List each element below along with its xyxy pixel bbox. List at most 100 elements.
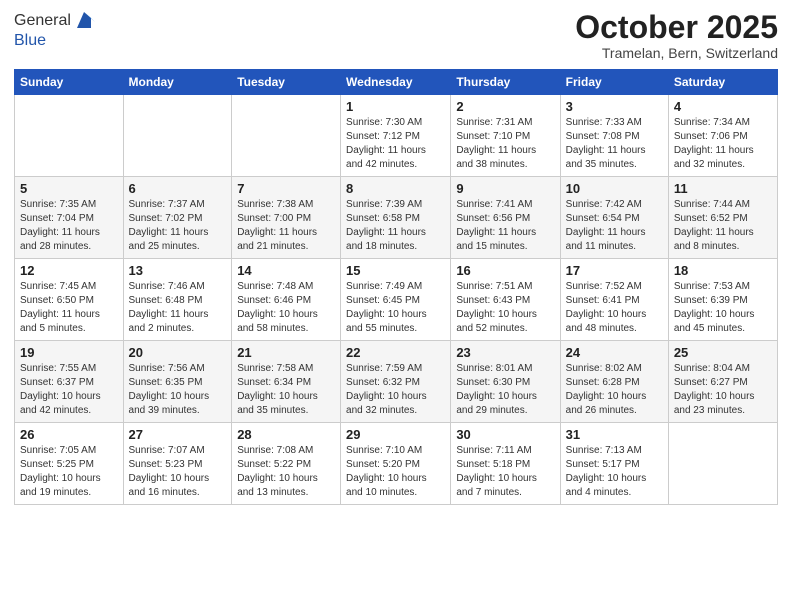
day-info: Sunrise: 7:10 AMSunset: 5:20 PMDaylight:… [346,445,427,498]
day-info: Sunrise: 7:46 AMSunset: 6:48 PMDaylight:… [129,281,209,334]
day-number: 17 [566,263,663,278]
calendar-cell: 15 Sunrise: 7:49 AMSunset: 6:45 PMDaylig… [341,259,451,341]
calendar-cell: 5 Sunrise: 7:35 AMSunset: 7:04 PMDayligh… [15,177,124,259]
day-number: 29 [346,427,445,442]
calendar-cell: 28 Sunrise: 7:08 AMSunset: 5:22 PMDaylig… [232,423,341,505]
day-number: 26 [20,427,118,442]
calendar-cell: 23 Sunrise: 8:01 AMSunset: 6:30 PMDaylig… [451,341,560,423]
day-info: Sunrise: 7:53 AMSunset: 6:39 PMDaylight:… [674,281,755,334]
day-number: 12 [20,263,118,278]
calendar-cell [15,95,124,177]
day-info: Sunrise: 7:05 AMSunset: 5:25 PMDaylight:… [20,445,101,498]
day-info: Sunrise: 7:49 AMSunset: 6:45 PMDaylight:… [346,281,427,334]
day-number: 24 [566,345,663,360]
calendar-cell: 30 Sunrise: 7:11 AMSunset: 5:18 PMDaylig… [451,423,560,505]
header-sunday: Sunday [15,70,124,95]
calendar-cell: 14 Sunrise: 7:48 AMSunset: 6:46 PMDaylig… [232,259,341,341]
header-wednesday: Wednesday [341,70,451,95]
day-info: Sunrise: 8:04 AMSunset: 6:27 PMDaylight:… [674,363,755,416]
logo: General Blue [14,10,95,50]
day-info: Sunrise: 7:48 AMSunset: 6:46 PMDaylight:… [237,281,318,334]
header-thursday: Thursday [451,70,560,95]
header: General Blue October 2025 Tramelan, Bern… [14,10,778,61]
calendar-cell: 2 Sunrise: 7:31 AMSunset: 7:10 PMDayligh… [451,95,560,177]
header-friday: Friday [560,70,668,95]
day-info: Sunrise: 7:51 AMSunset: 6:43 PMDaylight:… [456,281,537,334]
day-number: 13 [129,263,227,278]
calendar-cell: 12 Sunrise: 7:45 AMSunset: 6:50 PMDaylig… [15,259,124,341]
day-number: 2 [456,99,554,114]
day-info: Sunrise: 7:37 AMSunset: 7:02 PMDaylight:… [129,199,209,252]
calendar-cell: 13 Sunrise: 7:46 AMSunset: 6:48 PMDaylig… [123,259,232,341]
calendar-cell: 9 Sunrise: 7:41 AMSunset: 6:56 PMDayligh… [451,177,560,259]
calendar-cell: 4 Sunrise: 7:34 AMSunset: 7:06 PMDayligh… [668,95,777,177]
day-number: 16 [456,263,554,278]
calendar-week-row: 5 Sunrise: 7:35 AMSunset: 7:04 PMDayligh… [15,177,778,259]
day-info: Sunrise: 7:55 AMSunset: 6:37 PMDaylight:… [20,363,101,416]
day-info: Sunrise: 7:59 AMSunset: 6:32 PMDaylight:… [346,363,427,416]
calendar-cell: 6 Sunrise: 7:37 AMSunset: 7:02 PMDayligh… [123,177,232,259]
calendar-cell [123,95,232,177]
day-number: 31 [566,427,663,442]
day-info: Sunrise: 7:11 AMSunset: 5:18 PMDaylight:… [456,445,537,498]
day-number: 19 [20,345,118,360]
day-number: 8 [346,181,445,196]
day-info: Sunrise: 7:41 AMSunset: 6:56 PMDaylight:… [456,199,536,252]
calendar-cell: 20 Sunrise: 7:56 AMSunset: 6:35 PMDaylig… [123,341,232,423]
calendar-cell: 16 Sunrise: 7:51 AMSunset: 6:43 PMDaylig… [451,259,560,341]
calendar-cell: 1 Sunrise: 7:30 AMSunset: 7:12 PMDayligh… [341,95,451,177]
day-info: Sunrise: 8:01 AMSunset: 6:30 PMDaylight:… [456,363,537,416]
page-container: General Blue October 2025 Tramelan, Bern… [0,0,792,515]
location-subtitle: Tramelan, Bern, Switzerland [575,45,778,61]
day-number: 22 [346,345,445,360]
day-number: 27 [129,427,227,442]
day-info: Sunrise: 8:02 AMSunset: 6:28 PMDaylight:… [566,363,647,416]
header-saturday: Saturday [668,70,777,95]
day-info: Sunrise: 7:08 AMSunset: 5:22 PMDaylight:… [237,445,318,498]
calendar-table: Sunday Monday Tuesday Wednesday Thursday… [14,69,778,505]
calendar-cell: 7 Sunrise: 7:38 AMSunset: 7:00 PMDayligh… [232,177,341,259]
calendar-cell: 31 Sunrise: 7:13 AMSunset: 5:17 PMDaylig… [560,423,668,505]
calendar-cell: 21 Sunrise: 7:58 AMSunset: 6:34 PMDaylig… [232,341,341,423]
day-number: 4 [674,99,772,114]
day-info: Sunrise: 7:38 AMSunset: 7:00 PMDaylight:… [237,199,317,252]
calendar-cell: 27 Sunrise: 7:07 AMSunset: 5:23 PMDaylig… [123,423,232,505]
calendar-cell: 25 Sunrise: 8:04 AMSunset: 6:27 PMDaylig… [668,341,777,423]
day-info: Sunrise: 7:33 AMSunset: 7:08 PMDaylight:… [566,117,646,170]
calendar-week-row: 19 Sunrise: 7:55 AMSunset: 6:37 PMDaylig… [15,341,778,423]
day-number: 21 [237,345,335,360]
calendar-cell: 18 Sunrise: 7:53 AMSunset: 6:39 PMDaylig… [668,259,777,341]
day-info: Sunrise: 7:52 AMSunset: 6:41 PMDaylight:… [566,281,647,334]
calendar-cell: 19 Sunrise: 7:55 AMSunset: 6:37 PMDaylig… [15,341,124,423]
calendar-cell: 22 Sunrise: 7:59 AMSunset: 6:32 PMDaylig… [341,341,451,423]
day-info: Sunrise: 7:34 AMSunset: 7:06 PMDaylight:… [674,117,754,170]
day-info: Sunrise: 7:35 AMSunset: 7:04 PMDaylight:… [20,199,100,252]
calendar-cell [232,95,341,177]
day-number: 20 [129,345,227,360]
day-info: Sunrise: 7:39 AMSunset: 6:58 PMDaylight:… [346,199,426,252]
day-number: 15 [346,263,445,278]
day-info: Sunrise: 7:45 AMSunset: 6:50 PMDaylight:… [20,281,100,334]
header-monday: Monday [123,70,232,95]
logo-blue-text: Blue [14,32,95,50]
calendar-week-row: 12 Sunrise: 7:45 AMSunset: 6:50 PMDaylig… [15,259,778,341]
calendar-cell: 17 Sunrise: 7:52 AMSunset: 6:41 PMDaylig… [560,259,668,341]
day-number: 25 [674,345,772,360]
day-number: 3 [566,99,663,114]
calendar-cell: 24 Sunrise: 8:02 AMSunset: 6:28 PMDaylig… [560,341,668,423]
day-number: 6 [129,181,227,196]
day-number: 10 [566,181,663,196]
calendar-cell: 10 Sunrise: 7:42 AMSunset: 6:54 PMDaylig… [560,177,668,259]
title-block: October 2025 Tramelan, Bern, Switzerland [575,10,778,61]
calendar-week-row: 1 Sunrise: 7:30 AMSunset: 7:12 PMDayligh… [15,95,778,177]
day-number: 30 [456,427,554,442]
day-number: 9 [456,181,554,196]
day-number: 5 [20,181,118,196]
header-tuesday: Tuesday [232,70,341,95]
day-number: 1 [346,99,445,114]
calendar-cell: 3 Sunrise: 7:33 AMSunset: 7:08 PMDayligh… [560,95,668,177]
day-info: Sunrise: 7:42 AMSunset: 6:54 PMDaylight:… [566,199,646,252]
day-info: Sunrise: 7:13 AMSunset: 5:17 PMDaylight:… [566,445,647,498]
calendar-cell: 8 Sunrise: 7:39 AMSunset: 6:58 PMDayligh… [341,177,451,259]
weekday-header-row: Sunday Monday Tuesday Wednesday Thursday… [15,70,778,95]
